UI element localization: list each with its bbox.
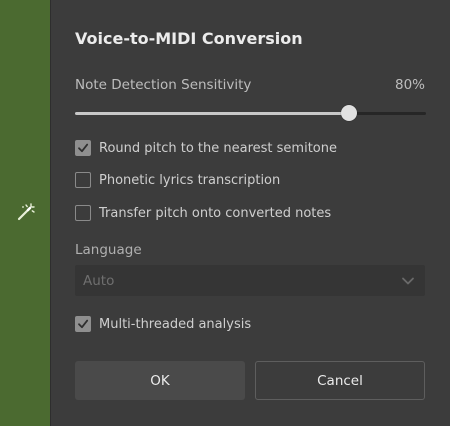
multithreaded-label: Multi-threaded analysis	[99, 316, 252, 332]
round-pitch-option[interactable]: Round pitch to the nearest semitone	[75, 138, 337, 158]
voice-to-midi-dialog: Voice-to-MIDI Conversion Note Detection …	[0, 0, 450, 426]
phonetic-lyrics-label: Phonetic lyrics transcription	[99, 172, 281, 188]
checkmark-icon	[78, 143, 89, 153]
slider-thumb[interactable]	[341, 105, 357, 121]
dialog-title: Voice-to-MIDI Conversion	[75, 29, 303, 48]
round-pitch-label: Round pitch to the nearest semitone	[99, 140, 337, 156]
chevron-down-icon	[402, 277, 414, 285]
strip-divider	[50, 0, 51, 426]
side-accent-strip	[0, 0, 51, 426]
multithreaded-option[interactable]: Multi-threaded analysis	[75, 314, 251, 334]
multithreaded-checkbox[interactable]	[75, 316, 91, 332]
round-pitch-checkbox[interactable]	[75, 140, 91, 156]
phonetic-lyrics-checkbox[interactable]	[75, 172, 91, 188]
phonetic-lyrics-option[interactable]: Phonetic lyrics transcription	[75, 170, 280, 190]
slider-fill	[75, 112, 349, 115]
checkmark-icon	[78, 319, 89, 329]
transfer-pitch-option[interactable]: Transfer pitch onto converted notes	[75, 203, 331, 223]
sensitivity-slider[interactable]	[75, 103, 426, 123]
magic-wand-icon	[17, 203, 35, 221]
cancel-button[interactable]: Cancel	[255, 361, 425, 400]
language-select[interactable]: Auto	[75, 265, 425, 296]
transfer-pitch-label: Transfer pitch onto converted notes	[99, 205, 332, 221]
language-label: Language	[75, 242, 142, 258]
ok-button[interactable]: OK	[75, 361, 245, 400]
sensitivity-value: 80%	[394, 77, 425, 93]
language-selected-value: Auto	[83, 273, 115, 289]
dialog-content: Voice-to-MIDI Conversion Note Detection …	[75, 0, 426, 426]
sensitivity-label: Note Detection Sensitivity	[75, 77, 252, 93]
transfer-pitch-checkbox[interactable]	[75, 205, 91, 221]
